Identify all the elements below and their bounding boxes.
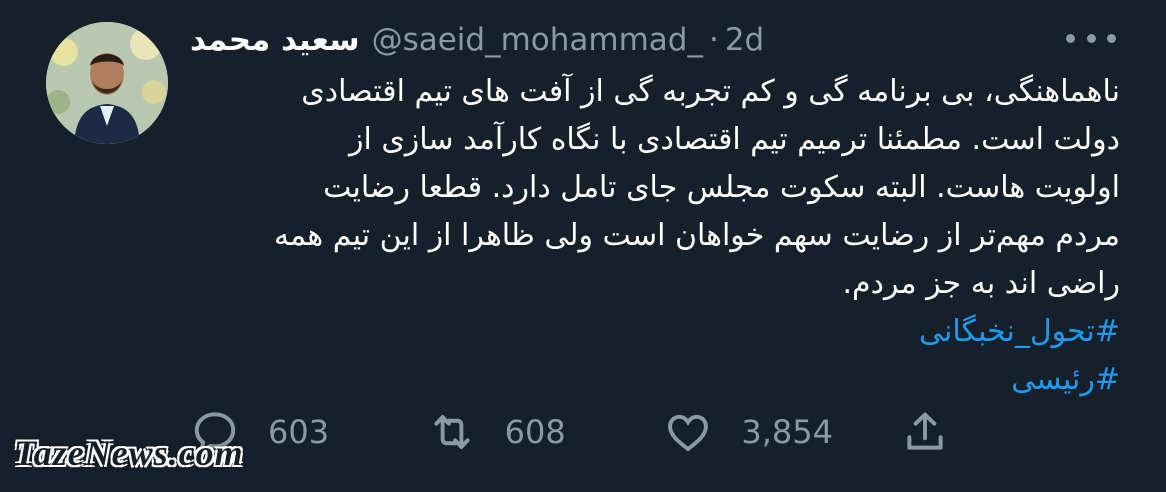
author-name[interactable]: سعید محمد xyxy=(190,22,360,58)
tweet-actions: 603 608 3,854 xyxy=(190,404,950,460)
author-handle[interactable]: @saeid_mohammad_ xyxy=(372,22,703,58)
like-button[interactable]: 3,854 xyxy=(663,407,900,457)
tweet-text-line: راضی اند به جز مردم. xyxy=(842,266,1121,301)
tweet-text-line: دولت است. مطمئنا ترمیم تیم اقتصادی با نگ… xyxy=(348,122,1120,157)
hashtag-link[interactable]: #تحول_نخبگانی xyxy=(180,308,1120,356)
share-button[interactable] xyxy=(900,407,950,457)
more-horizontal-icon[interactable] xyxy=(1066,28,1116,48)
watermark-logo: TazeNews.com xyxy=(14,433,244,473)
author-avatar[interactable] xyxy=(46,22,168,144)
like-count: 3,854 xyxy=(741,413,833,451)
tweet-text-line: اولویت هاست. البته سکوت مجلس جای تامل دا… xyxy=(323,170,1120,205)
share-upload-icon xyxy=(907,412,943,450)
header-separator: · xyxy=(708,22,719,58)
hashtag-link[interactable]: #رئیسی xyxy=(180,356,1120,404)
retweet-button[interactable]: 608 xyxy=(427,407,664,457)
tweet-timestamp[interactable]: 2d xyxy=(725,22,764,58)
reply-count: 603 xyxy=(268,413,330,451)
retweet-count: 608 xyxy=(504,413,566,451)
tweet-text-line: مردم مهم‌تر از رضایت سهم خواهان است ولی … xyxy=(273,218,1120,253)
tweet-text: ناهماهنگی، بی برنامه گی و کم تجربه گی از… xyxy=(180,68,1120,404)
tweet-text-line: ناهماهنگی، بی برنامه گی و کم تجربه گی از… xyxy=(301,74,1120,109)
heart-icon xyxy=(668,414,709,452)
tweet-header: سعید محمد @saeid_mohammad_ · 2d xyxy=(190,20,764,60)
retweet-icon xyxy=(434,415,470,449)
